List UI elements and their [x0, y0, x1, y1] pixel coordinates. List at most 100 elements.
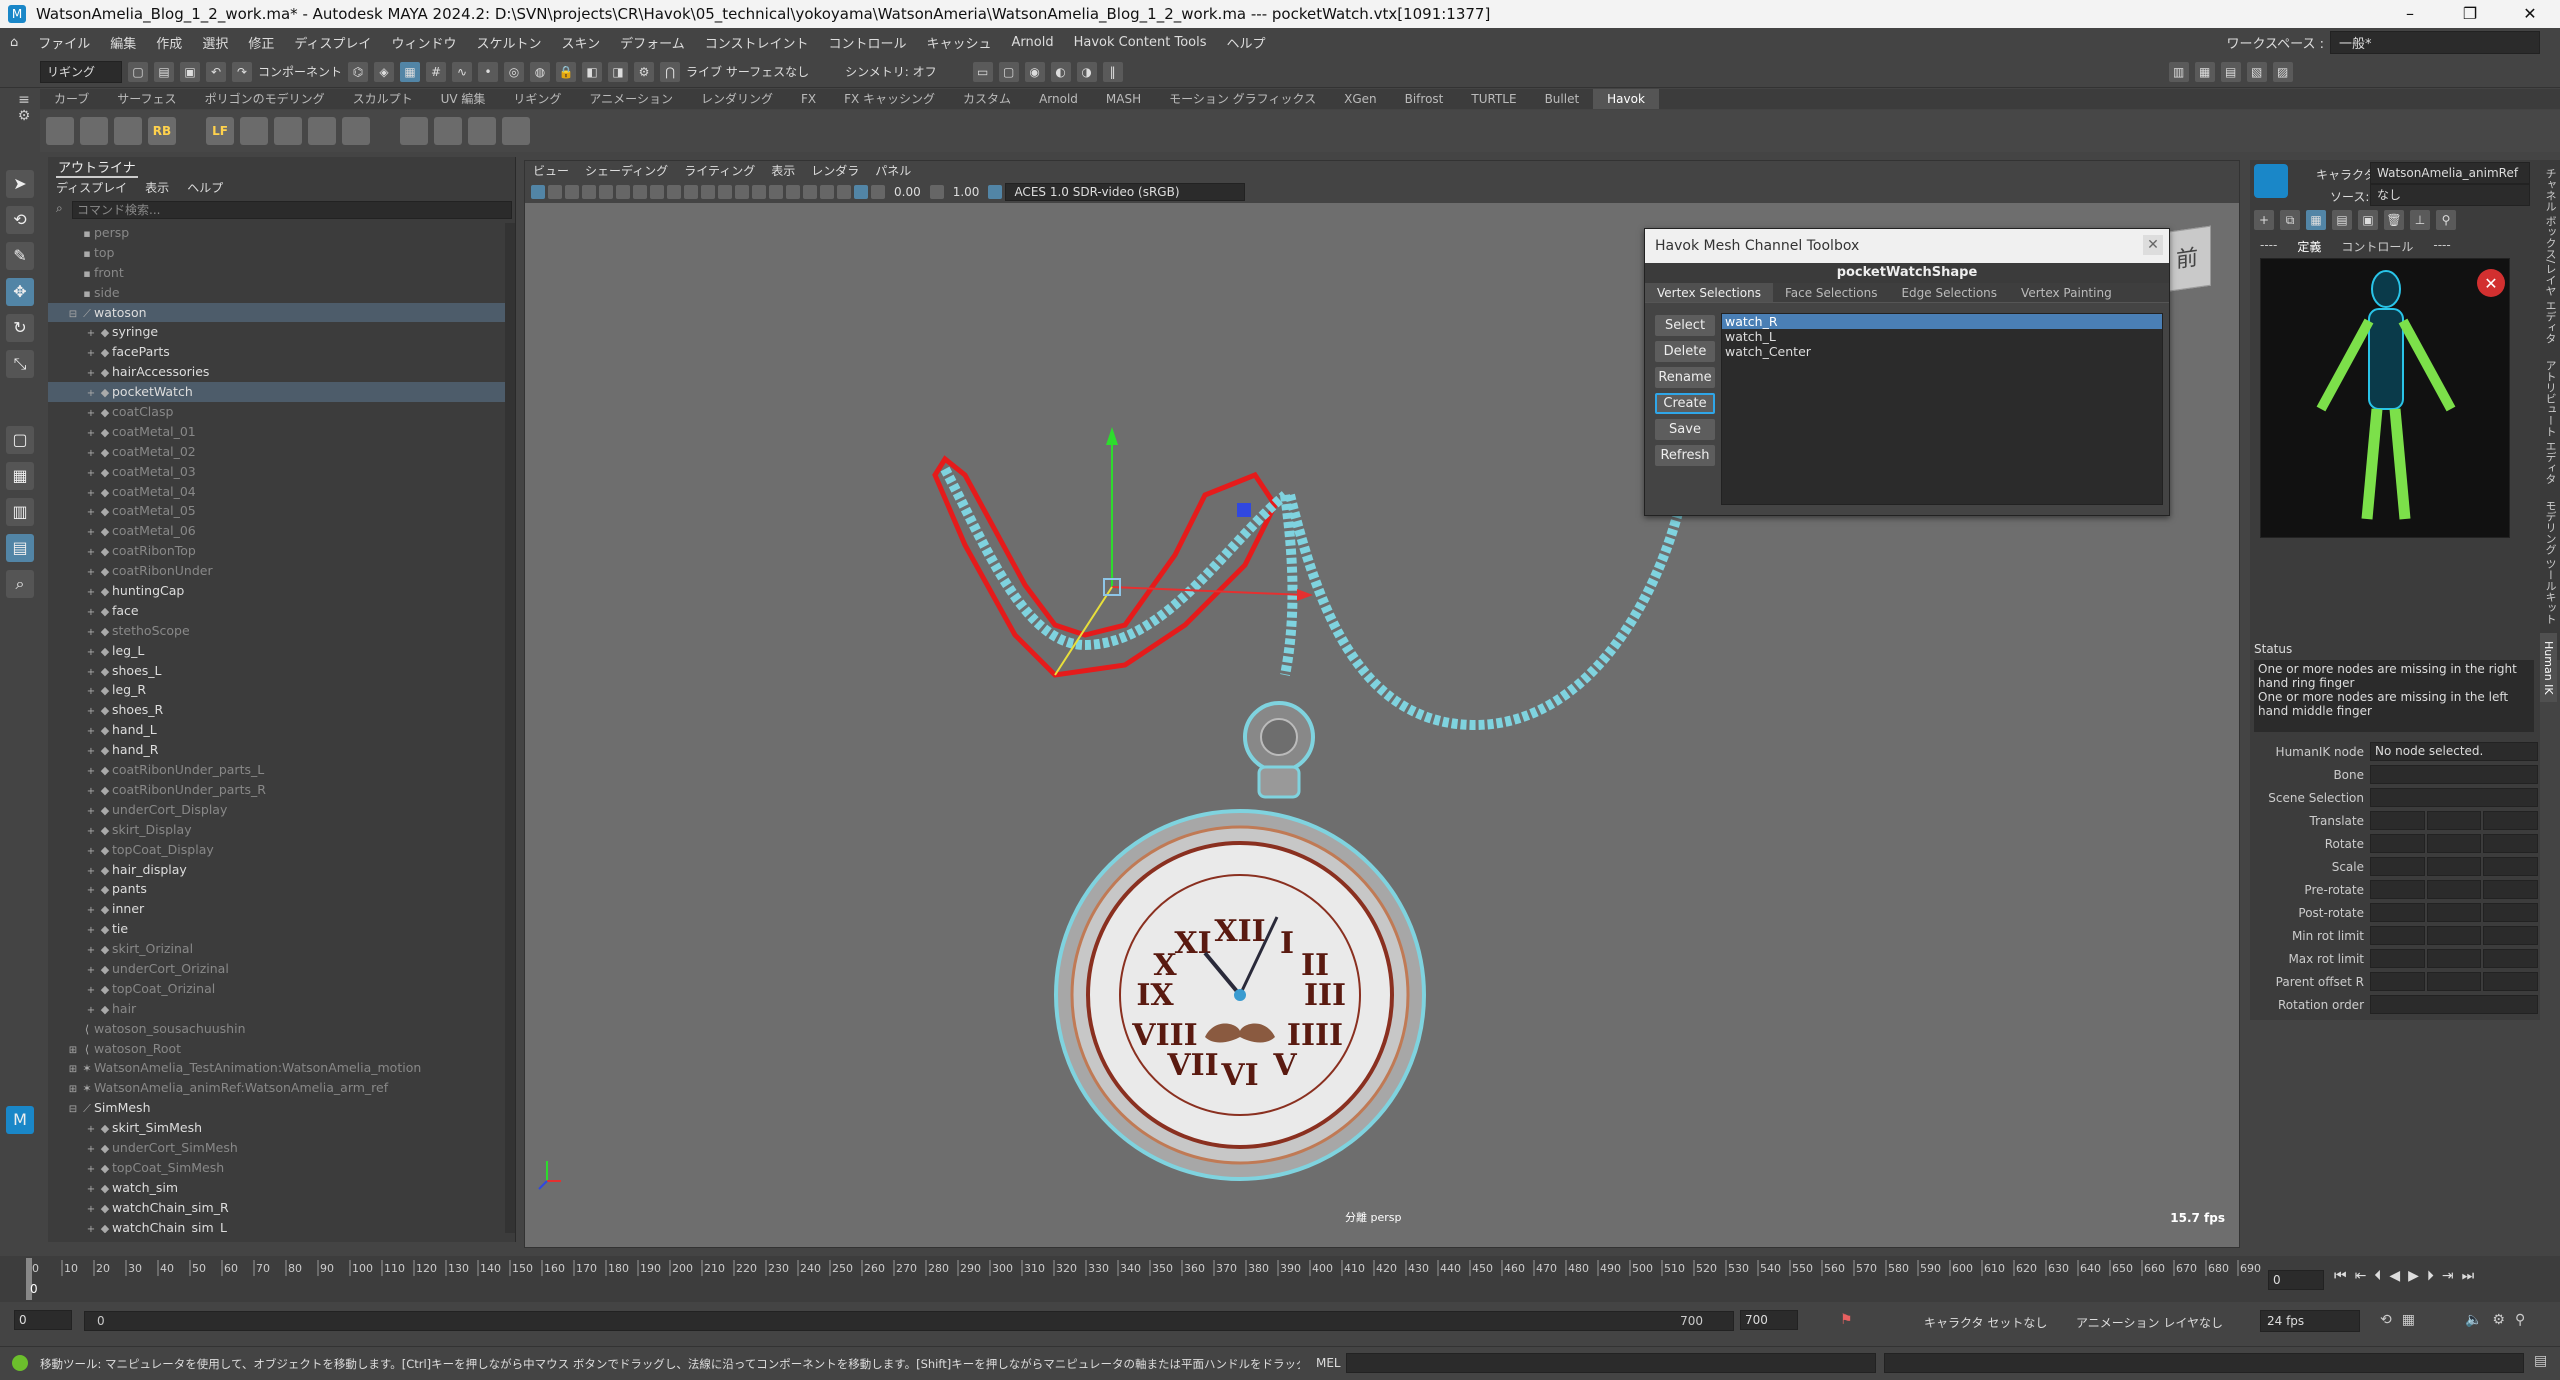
shelf-tab[interactable]: レンダリング	[687, 89, 787, 109]
hik-tab-define[interactable]: 定義	[2297, 238, 2321, 255]
skin-icon[interactable]	[80, 117, 108, 145]
shelf-tab[interactable]: Bifrost	[1391, 89, 1458, 109]
hik-attribute-field[interactable]	[2426, 834, 2482, 853]
shelf-tab[interactable]: リギング	[499, 89, 575, 109]
render-settings-icon[interactable]: ⚙	[634, 61, 655, 82]
menu-display[interactable]: ディスプレイ	[284, 33, 381, 52]
shelf-tab[interactable]: MASH	[1092, 89, 1155, 109]
cache-icon[interactable]: ▦	[2402, 1312, 2415, 1328]
hik-attribute-field[interactable]	[2426, 972, 2482, 991]
outliner-row[interactable]: ⊟ ⟋ watoson	[48, 302, 508, 323]
vp-xray-icon[interactable]	[837, 185, 851, 199]
lasso-tool-icon[interactable]: ⟲	[6, 206, 34, 234]
step-back-icon[interactable]: ⏴	[2374, 1268, 2381, 1284]
tab-face-selections[interactable]: Face Selections	[1773, 283, 1890, 302]
outliner-row[interactable]: + ◆ tie	[48, 919, 508, 939]
side-by-side-icon[interactable]: ▥	[6, 498, 34, 526]
outliner-row[interactable]: + ◆ topCoat_Orizinal	[48, 979, 508, 999]
hik-attribute-field[interactable]	[2370, 995, 2538, 1014]
hik-tab-controls[interactable]: コントロール	[2341, 238, 2413, 255]
joint-icon[interactable]	[114, 117, 142, 145]
vp-smooth-shade-icon[interactable]	[769, 185, 783, 199]
lock-icon[interactable]: 🔒	[556, 61, 577, 82]
arnold-render-icon[interactable]: ◑	[1076, 61, 1097, 82]
step-forward-key-icon[interactable]: ⇥	[2442, 1268, 2454, 1284]
range-end-field[interactable]: 700	[1740, 1310, 1798, 1330]
play-icon[interactable]: ▶	[2408, 1268, 2419, 1284]
persp-outliner-icon[interactable]: ▤	[6, 534, 34, 562]
menu-modify[interactable]: 修正	[238, 33, 284, 52]
shelf-tab[interactable]: アニメーション	[575, 89, 687, 109]
single-view-icon[interactable]: ▢	[6, 426, 34, 454]
outliner-row[interactable]: + ◆ hand_R	[48, 740, 508, 760]
delete-button[interactable]: Delete	[1655, 341, 1715, 362]
outliner-row[interactable]: + ◆ topCoat_SimMesh	[48, 1158, 508, 1178]
outliner-row[interactable]: + ◆ shoes_R	[48, 700, 508, 720]
step-back-key-icon[interactable]: ⇤	[2355, 1268, 2367, 1284]
tab-vertex-selections[interactable]: Vertex Selections	[1645, 283, 1773, 302]
toggle-panel-icon[interactable]: ▨	[2272, 61, 2293, 82]
vp-resolution-gate-icon[interactable]	[667, 185, 681, 199]
chart-icon[interactable]	[342, 117, 370, 145]
side-tab-channelbox[interactable]: チャネル ボックス/レイヤ エディタ	[2540, 160, 2560, 352]
vp-grid-icon[interactable]	[633, 185, 647, 199]
go-start-icon[interactable]: ⏮	[2334, 1268, 2347, 1284]
hik-attribute-field[interactable]	[2426, 857, 2482, 876]
paint-select-icon[interactable]: ✎	[6, 242, 34, 270]
menu-file[interactable]: ファイル	[28, 33, 100, 52]
play-back-icon[interactable]: ◀	[2389, 1268, 2400, 1284]
new-scene-icon[interactable]: ▢	[128, 61, 148, 82]
save-scene-icon[interactable]: ▣	[180, 61, 200, 82]
menuset-dropdown[interactable]: リギング	[40, 60, 122, 83]
outliner-row[interactable]: ⊟ ⟋ SimMesh	[48, 1098, 508, 1118]
vp-color-management-icon[interactable]	[988, 185, 1003, 199]
save-button[interactable]: Save	[1655, 419, 1715, 440]
hik-attribute-field[interactable]	[2370, 765, 2538, 784]
maximize-button[interactable]: ❐	[2440, 0, 2500, 28]
menu-control[interactable]: コントロール	[818, 33, 916, 52]
magnet-icon[interactable]: ⋂	[660, 61, 681, 82]
mesh-icon[interactable]	[468, 117, 496, 145]
snap-view-icon[interactable]: ◎	[504, 61, 525, 82]
outliner-row[interactable]: + ◆ coatMetal_06	[48, 521, 508, 541]
select-button[interactable]: Select	[1655, 315, 1715, 336]
close-button[interactable]: ✕	[2500, 0, 2560, 28]
shelf-tab[interactable]: ポリゴンのモデリング	[191, 89, 339, 109]
outliner-menu-show[interactable]: 表示	[145, 179, 169, 196]
mel-label[interactable]: MEL	[1316, 1356, 1341, 1370]
vp-menu-show[interactable]: 表示	[771, 161, 795, 181]
character-set-dropdown[interactable]: キャラクタ セットなし	[1924, 1314, 2047, 1331]
anim-layer-dropdown[interactable]: アニメーション レイヤなし	[2076, 1314, 2223, 1331]
vp-2d-pan-icon[interactable]	[599, 185, 613, 199]
outliner-row[interactable]: + ◆ skirt_SimMesh	[48, 1118, 508, 1138]
vp-isolate-icon[interactable]	[854, 185, 868, 199]
create-button[interactable]: Create	[1655, 393, 1715, 414]
hik-attribute-field[interactable]	[2426, 926, 2482, 945]
rb-icon[interactable]: RB	[148, 117, 176, 145]
outliner-scrollbar[interactable]	[505, 223, 515, 1233]
select-object-icon[interactable]: ◈	[374, 61, 395, 82]
vp-menu-shading[interactable]: シェーディング	[585, 161, 668, 181]
outliner-row[interactable]: + ◆ skirt_Display	[48, 820, 508, 840]
list-item[interactable]: watch_R	[1722, 314, 2162, 329]
vp-lights-icon[interactable]	[803, 185, 817, 199]
outliner-row[interactable]: + ◆ leg_L	[48, 641, 508, 661]
outliner-row[interactable]: ▪ top	[48, 243, 508, 263]
live-surface-label[interactable]: ライブ サーフェスなし	[686, 63, 809, 80]
outliner-row[interactable]: ⟨ watoson_sousachuushin	[48, 1019, 508, 1039]
sound-icon[interactable]: 🔈	[2465, 1312, 2482, 1328]
hik-attribute-field[interactable]	[2483, 926, 2539, 945]
shelf-tab[interactable]: FX キャッシング	[830, 89, 949, 109]
layout-persp-icon[interactable]: ▤	[2220, 61, 2241, 82]
hik-attribute-field[interactable]	[2483, 949, 2539, 968]
hik-attribute-field[interactable]	[2370, 834, 2425, 853]
vp-shadows-icon[interactable]	[820, 185, 834, 199]
hik-attribute-field[interactable]	[2483, 857, 2539, 876]
rotate-tool-icon[interactable]: ↻	[6, 314, 34, 342]
menu-skin[interactable]: スキン	[551, 33, 610, 52]
outliner-menu-display[interactable]: ディスプレイ	[56, 179, 127, 196]
step-forward-icon[interactable]: ⏵	[2427, 1268, 2434, 1284]
menu-havok[interactable]: Havok Content Tools	[1064, 35, 1217, 50]
lf-icon[interactable]: LF	[206, 117, 234, 145]
list-item[interactable]: watch_L	[1722, 329, 2162, 344]
